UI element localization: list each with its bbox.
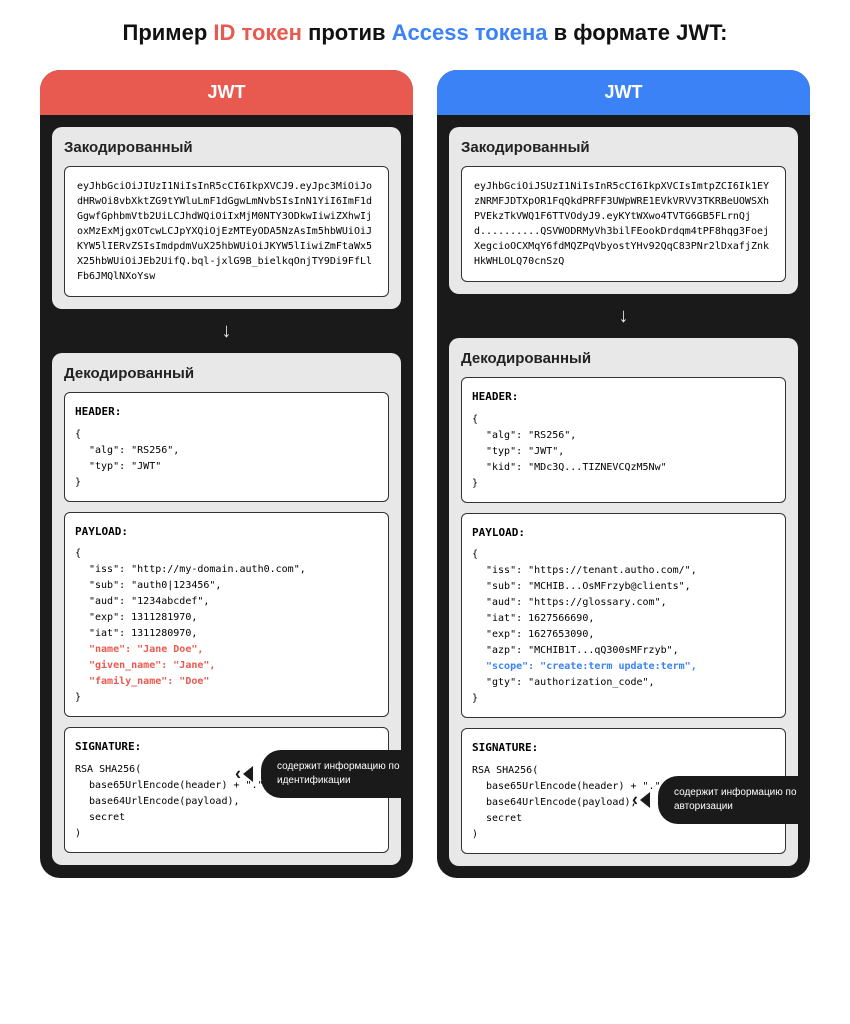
encoded-section-right: Закодированный eyJhbGciOiJSUzI1NiIsInR5c… xyxy=(449,127,798,294)
header-box-left: HEADER: { "alg": "RS256", "typ": "JWT" } xyxy=(64,392,389,502)
decoded-label: Декодированный xyxy=(461,350,786,367)
scope-claim: "scope": "create:term update:term", xyxy=(472,659,775,675)
payload-box-right: PAYLOAD: { "iss": "https://tenant.autho.… xyxy=(461,513,786,719)
arrow-down-icon: ↓ xyxy=(437,306,810,326)
decoded-label: Декодированный xyxy=(64,365,389,382)
encoded-label: Закодированный xyxy=(64,139,389,156)
id-token-label: ID токен xyxy=(213,20,302,45)
chevron-left-icon: ‹ xyxy=(632,787,638,812)
name-claim: "name": "Jane Doe", xyxy=(75,642,378,658)
header-box-right: HEADER: { "alg": "RS256", "typ": "JWT", … xyxy=(461,377,786,503)
encoded-label: Закодированный xyxy=(461,139,786,156)
given-name-claim: "given_name": "Jane", xyxy=(75,658,378,674)
encoded-section-left: Закодированный eyJhbGciOiJIUzI1NiIsInR5c… xyxy=(52,127,401,309)
card-header-left: JWT xyxy=(40,70,413,115)
id-tooltip: ‹ содержит информацию по идентификации xyxy=(261,750,413,798)
id-token-card: JWT Закодированный eyJhbGciOiJIUzI1NiIsI… xyxy=(40,70,413,878)
encoded-token-right: eyJhbGciOiJSUzI1NiIsInR5cCI6IkpXVCIsImtp… xyxy=(461,166,786,282)
card-header-right: JWT xyxy=(437,70,810,115)
access-token-label: Access токена xyxy=(392,20,548,45)
cards-row: JWT Закодированный eyJhbGciOiJIUzI1NiIsI… xyxy=(40,70,810,878)
chevron-left-icon: ‹ xyxy=(235,761,241,786)
page-title: Пример ID токен против Access токена в ф… xyxy=(40,20,810,46)
access-tooltip: ‹ содержит информацию по авторизации xyxy=(658,776,810,824)
encoded-token-left: eyJhbGciOiJIUzI1NiIsInR5cCI6IkpXVCJ9.eyJ… xyxy=(64,166,389,297)
arrow-down-icon: ↓ xyxy=(40,321,413,341)
family-name-claim: "family_name": "Doe" xyxy=(75,674,378,690)
payload-box-left: PAYLOAD: { "iss": "http://my-domain.auth… xyxy=(64,512,389,718)
access-token-card: JWT Закодированный eyJhbGciOiJSUzI1NiIsI… xyxy=(437,70,810,878)
